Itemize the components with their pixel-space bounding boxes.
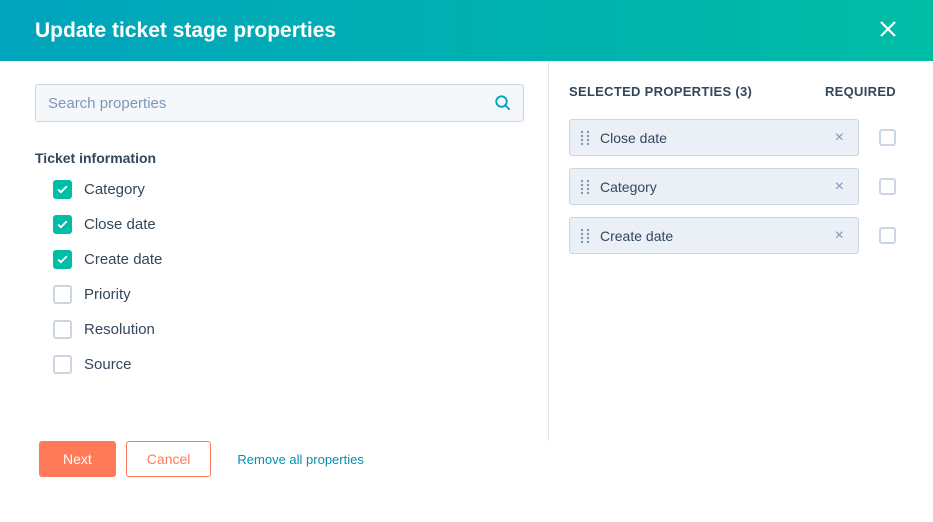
chip-label: Close date bbox=[600, 130, 831, 146]
chip-label: Category bbox=[600, 179, 831, 195]
drag-handle-icon[interactable] bbox=[580, 130, 590, 146]
required-checkbox[interactable] bbox=[879, 129, 896, 146]
close-button[interactable] bbox=[871, 10, 905, 52]
property-checkbox[interactable] bbox=[53, 250, 72, 269]
property-checkbox[interactable] bbox=[53, 180, 72, 199]
selected-chip[interactable]: Category× bbox=[569, 168, 859, 205]
left-panel: Ticket information Category Close date Cre… bbox=[0, 61, 548, 441]
selected-chip[interactable]: Create date× bbox=[569, 217, 859, 254]
property-checkbox[interactable] bbox=[53, 285, 72, 304]
property-label: Resolution bbox=[84, 321, 155, 338]
property-checkbox[interactable] bbox=[53, 320, 72, 339]
chip-label: Create date bbox=[600, 228, 831, 244]
selected-row: Category× bbox=[569, 168, 896, 205]
right-panel: SELECTED PROPERTIES (3) REQUIRED Close d… bbox=[548, 61, 933, 441]
required-checkbox[interactable] bbox=[879, 227, 896, 244]
property-checkbox[interactable] bbox=[53, 215, 72, 234]
modal-title: Update ticket stage properties bbox=[35, 19, 336, 43]
modal-body: Ticket information Category Close date Cre… bbox=[0, 61, 933, 441]
property-group-label: Ticket information bbox=[35, 150, 548, 166]
selected-list: Close date×Category×Create date× bbox=[569, 119, 896, 254]
property-list: Category Close date Create date Priority Res… bbox=[35, 180, 548, 374]
modal-footer: Next Cancel Remove all properties bbox=[0, 441, 933, 477]
right-headers: SELECTED PROPERTIES (3) REQUIRED bbox=[569, 84, 896, 99]
next-button[interactable]: Next bbox=[39, 441, 116, 477]
cancel-button[interactable]: Cancel bbox=[126, 441, 212, 477]
selected-count-label: SELECTED PROPERTIES (3) bbox=[569, 84, 752, 99]
property-label: Close date bbox=[84, 216, 156, 233]
selected-row: Create date× bbox=[569, 217, 896, 254]
property-row: Category bbox=[35, 180, 548, 199]
remove-all-link[interactable]: Remove all properties bbox=[237, 452, 363, 467]
property-label: Category bbox=[84, 181, 145, 198]
required-checkbox[interactable] bbox=[879, 178, 896, 195]
property-checkbox[interactable] bbox=[53, 355, 72, 374]
selected-row: Close date× bbox=[569, 119, 896, 156]
property-row: Priority bbox=[35, 285, 548, 304]
property-row: Source bbox=[35, 355, 548, 374]
search-input[interactable] bbox=[35, 84, 524, 122]
modal-header: Update ticket stage properties bbox=[0, 0, 933, 61]
drag-handle-icon[interactable] bbox=[580, 179, 590, 195]
property-row: Resolution bbox=[35, 320, 548, 339]
remove-chip-button[interactable]: × bbox=[831, 127, 848, 149]
remove-chip-button[interactable]: × bbox=[831, 225, 848, 247]
property-label: Create date bbox=[84, 251, 162, 268]
property-row: Create date bbox=[35, 250, 548, 269]
required-label: REQUIRED bbox=[825, 84, 896, 99]
search-icon bbox=[494, 94, 512, 112]
close-icon bbox=[879, 20, 897, 38]
selected-chip[interactable]: Close date× bbox=[569, 119, 859, 156]
property-label: Source bbox=[84, 356, 132, 373]
drag-handle-icon[interactable] bbox=[580, 228, 590, 244]
search-wrap bbox=[35, 84, 524, 122]
property-row: Close date bbox=[35, 215, 548, 234]
property-label: Priority bbox=[84, 286, 131, 303]
remove-chip-button[interactable]: × bbox=[831, 176, 848, 198]
